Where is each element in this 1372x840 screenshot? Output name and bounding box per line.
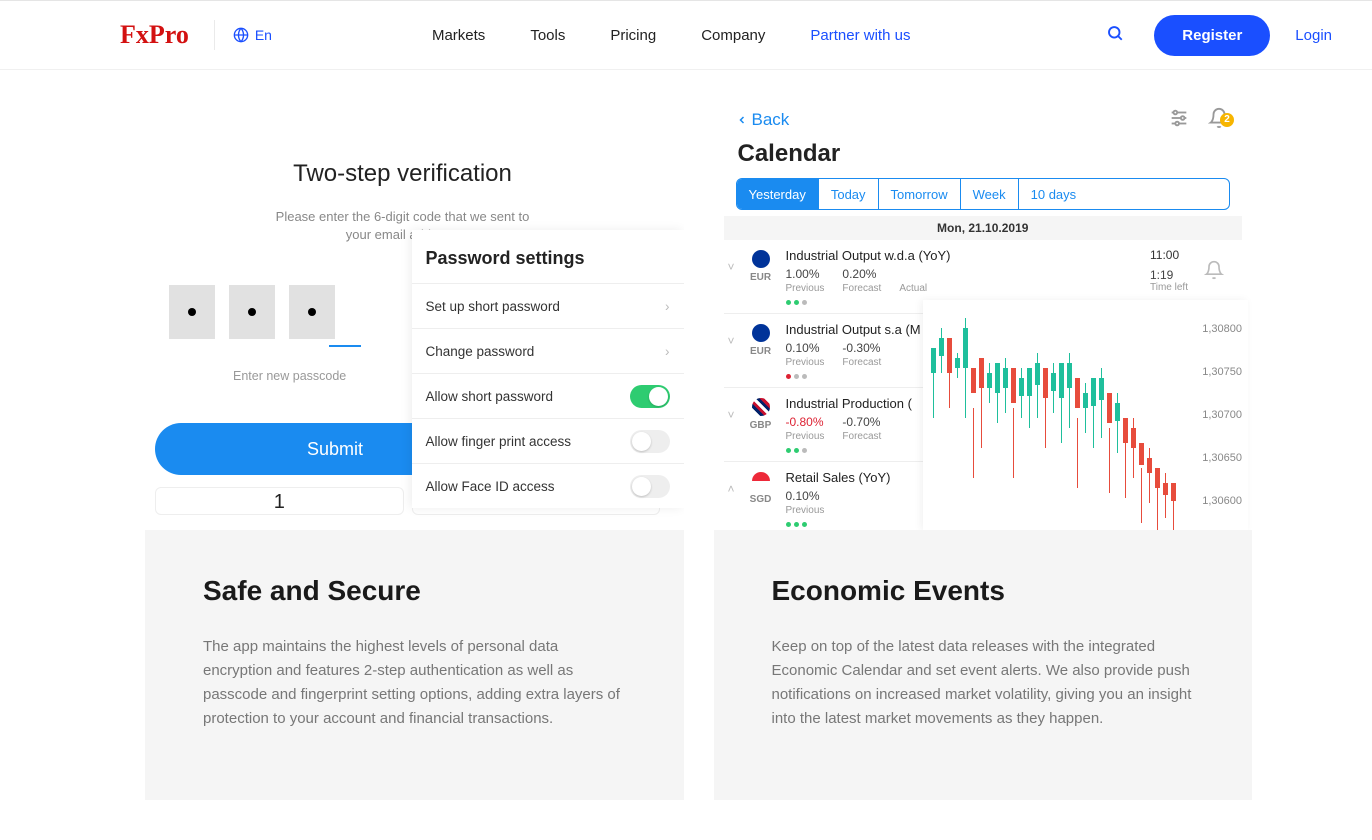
card1-title: Safe and Secure [203,575,629,607]
nav-tools[interactable]: Tools [530,27,565,44]
site-header: FxPro En Markets Tools Pricing Company P… [0,0,1372,70]
nav-company[interactable]: Company [701,27,765,44]
login-link[interactable]: Login [1295,27,1332,44]
password-settings-row[interactable]: Allow Face ID access [412,463,684,508]
stat-label: Previous [786,431,825,442]
divider [214,20,215,50]
sliders-icon [1168,107,1190,129]
password-settings-row[interactable]: Allow short password [412,373,684,418]
tab-week[interactable]: Week [961,179,1019,209]
card2-title: Economic Events [772,575,1198,607]
row-label: Allow Face ID access [426,479,555,494]
flag-icon [752,472,770,490]
password-settings-row[interactable]: Set up short password › [412,283,684,328]
filters-button[interactable] [1168,107,1190,134]
stat-value: 0.10% [786,341,825,355]
back-label: Back [752,110,790,130]
chevron-right-icon: › [665,299,670,314]
stat-value: 1.00% [786,267,825,281]
keypad-1[interactable]: 1 [155,487,404,515]
search-icon [1106,24,1124,42]
stat-value: -0.30% [842,341,881,355]
flag-icon [752,250,770,268]
language-label: En [255,27,272,43]
axis-label: 1,30700 [1187,409,1242,421]
password-settings-row[interactable]: Allow finger print access [412,418,684,463]
row-label: Allow short password [426,389,554,404]
stat-label: Forecast [842,431,881,442]
nav-pricing[interactable]: Pricing [610,27,656,44]
stat-label: Previous [786,283,825,294]
back-button[interactable]: Back [736,110,790,130]
alerts-button[interactable]: 2 [1208,107,1230,134]
axis-label: 1,30750 [1187,366,1242,378]
feature-row: Two-step verification Please enter the 6… [0,70,1372,840]
axis-label: 1,30650 [1187,452,1242,464]
search-button[interactable] [1106,24,1124,47]
axis-label: 1,30800 [1187,323,1242,335]
currency-code: GBP [750,420,772,431]
globe-icon [233,27,249,43]
toggle[interactable] [630,385,670,408]
axis-label: 1,30600 [1187,495,1242,507]
nav-markets[interactable]: Markets [432,27,485,44]
chevron-down-icon: ˅ [728,334,735,348]
card2-artwork: Back 2 Calendar YesterdayTodayTomorrowWe… [714,90,1253,530]
passcode-digit[interactable] [229,285,275,339]
card1-desc: The app maintains the highest levels of … [203,635,629,731]
passcode-digit[interactable] [169,285,215,339]
alerts-badge: 2 [1220,113,1234,127]
event-bell-icon[interactable] [1204,260,1224,283]
language-selector[interactable]: En [233,27,272,43]
passcode-digit[interactable] [289,285,335,339]
toggle[interactable] [630,475,670,498]
chevron-right-icon: › [665,344,670,359]
stat-value: -0.80% [786,415,825,429]
currency-code: SGD [750,494,772,505]
chevron-left-icon [736,111,748,129]
tab-10-days[interactable]: 10 days [1019,179,1089,209]
card2-desc: Keep on top of the latest data releases … [772,635,1198,731]
row-label: Change password [426,344,535,359]
stat-label: Forecast [842,283,881,294]
currency-code: EUR [750,346,771,357]
candlestick-chart: 1,30800 1,30750 1,30700 1,30650 1,30600 [923,300,1248,530]
twostep-title: Two-step verification [145,160,660,188]
stat-label: Forecast [842,357,881,368]
event-title: Industrial Output w.d.a (YoY) [786,248,1151,263]
stat-label: Actual [899,283,927,294]
stat-value: -0.70% [842,415,881,429]
row-label: Allow finger print access [426,434,572,449]
password-settings-row[interactable]: Change password › [412,328,684,373]
toggle[interactable] [630,430,670,453]
calendar-title: Calendar [724,140,1243,178]
logo[interactable]: FxPro [120,20,189,50]
date-bar: Mon, 21.10.2019 [724,216,1243,240]
tab-today[interactable]: Today [819,179,879,209]
stat-value: 0.10% [786,489,825,503]
tab-yesterday[interactable]: Yesterday [737,179,819,209]
password-settings-title: Password settings [412,230,684,283]
calendar-tabs: YesterdayTodayTomorrowWeek10 days [736,178,1231,210]
tab-tomorrow[interactable]: Tomorrow [879,179,961,209]
cursor-underline [329,345,361,347]
row-label: Set up short password [426,299,560,314]
flag-icon [752,398,770,416]
password-settings-panel: Password settings Set up short password ›… [412,230,684,508]
card-safe-secure: Two-step verification Please enter the 6… [145,90,684,800]
main-nav: Markets Tools Pricing Company Partner wi… [432,27,910,44]
stat-value [899,267,927,281]
chevron-down-icon: ˅ [728,260,735,274]
chevron-down-icon: ˅ [728,408,735,422]
register-button[interactable]: Register [1154,15,1270,56]
nav-partner[interactable]: Partner with us [810,27,910,44]
stat-label: Previous [786,505,825,516]
stat-label: Previous [786,357,825,368]
card-economic-events: Back 2 Calendar YesterdayTodayTomorrowWe… [714,90,1253,800]
currency-code: EUR [750,272,771,283]
card1-artwork: Two-step verification Please enter the 6… [145,90,684,530]
flag-icon [752,324,770,342]
stat-value: 0.20% [842,267,881,281]
chevron-up-icon: ˄ [728,482,735,496]
